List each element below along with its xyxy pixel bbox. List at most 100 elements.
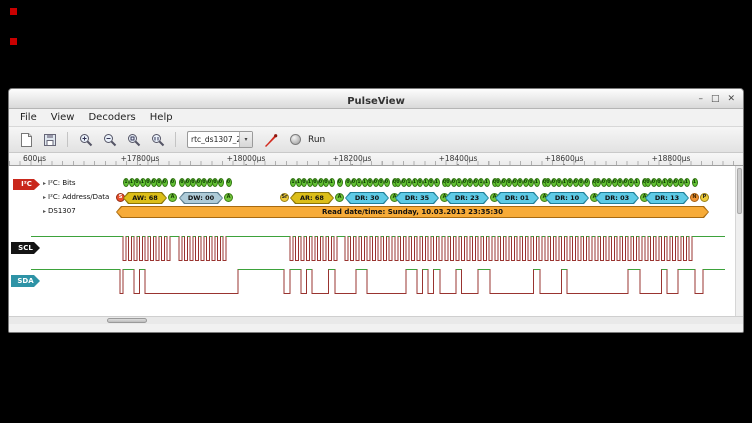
bit-annotation[interactable]: 0 [218, 178, 224, 187]
scrollbar-thumb[interactable] [107, 318, 147, 323]
titlebar[interactable]: PulseView – □ ✕ [9, 89, 743, 109]
bit-annotation[interactable]: 1 [434, 178, 440, 187]
horizontal-scrollbar[interactable] [9, 316, 743, 324]
bit-annotation[interactable]: 1 [692, 178, 698, 187]
zoom-out-button[interactable] [99, 129, 120, 150]
annotation-label: DR: 10 [546, 193, 588, 203]
bit-annotation[interactable]: 0 [337, 178, 343, 187]
ruler-tick-label: +18600µs [545, 154, 584, 163]
bit-annotation[interactable]: 1 [329, 178, 335, 187]
annotation-ack[interactable]: A [168, 193, 177, 202]
annotation-data-read[interactable]: DR: 01 [495, 192, 539, 204]
expander-icon[interactable]: ▸ [43, 180, 46, 187]
ruler-tick-label: +18400µs [439, 154, 478, 163]
ruler-tick-label: +18200µs [333, 154, 372, 163]
bit-annotation[interactable]: 1 [484, 178, 490, 187]
open-file-button[interactable] [15, 129, 36, 150]
annotation-data-read[interactable]: DR: 13 [645, 192, 689, 204]
annotation-addr-write[interactable]: AW: 68 [123, 192, 167, 204]
annotation-label: DR: 35 [396, 193, 438, 203]
annotation-data-read[interactable]: DR: 03 [595, 192, 639, 204]
annotation-label: DR: 30 [346, 193, 388, 203]
bit-annotation[interactable]: 0 [226, 178, 232, 187]
run-button[interactable]: Run [308, 135, 325, 145]
ruler-tick-label: +18800µs [652, 154, 691, 163]
decoder-row-label-bits: ▸I²C: Bits [43, 179, 76, 187]
address-data-annotation-row: SAW: 68ADW: 00ASrAR: 68ADR: 30ADR: 35ADR… [9, 192, 743, 205]
ruler-tick-label: +17800µs [121, 154, 160, 163]
chevron-down-icon[interactable]: ▾ [239, 132, 252, 147]
toolbar-separator [67, 132, 68, 147]
toolbar-separator [175, 132, 176, 147]
status-bar [9, 324, 743, 333]
menubar: File View Decoders Help [9, 109, 743, 127]
annotation-data-read[interactable]: DR: 23 [445, 192, 489, 204]
zoom-fit-icon [126, 132, 142, 148]
maximize-button[interactable]: □ [711, 89, 720, 109]
close-button[interactable]: ✕ [727, 89, 735, 109]
annotation-nack[interactable]: N [690, 193, 699, 202]
save-session-icon [42, 132, 58, 148]
minimize-button[interactable]: – [698, 89, 703, 109]
scl-channel-tag[interactable]: SCL [11, 242, 40, 254]
trace-area[interactable]: I²C ▸I²C: Bits ▸I²C: Address/Data ▸DS130… [9, 166, 743, 316]
save-session-button[interactable] [39, 129, 60, 150]
decoder-row-label-ds1307: ▸DS1307 [43, 207, 76, 215]
bit-annotation[interactable]: 1 [684, 178, 690, 187]
zoom-in-button[interactable] [75, 129, 96, 150]
annotation-label: AW: 68 [124, 193, 166, 203]
annotation-data-read[interactable]: DR: 30 [345, 192, 389, 204]
zoom-fit-button[interactable] [123, 129, 144, 150]
toolbar: rtc_ds1307_2… ▾ Run [9, 127, 743, 153]
annotation-ack[interactable]: A [335, 193, 344, 202]
menu-view[interactable]: View [44, 109, 82, 127]
sda-channel-tag[interactable]: SDA [11, 275, 40, 287]
zoom-one-to-one-button[interactable] [147, 129, 168, 150]
bit-annotation[interactable]: 0 [384, 178, 390, 187]
expander-icon[interactable]: ▸ [43, 208, 46, 215]
vertical-scrollbar[interactable] [735, 166, 743, 316]
annotation-restart[interactable]: Sr [280, 193, 289, 202]
annotation-label: DR: 03 [596, 193, 638, 203]
annotation-data-read[interactable]: DR: 35 [395, 192, 439, 204]
decoder-row-label-address-data: ▸I²C: Address/Data [43, 193, 109, 201]
zoom-out-icon [102, 132, 118, 148]
menu-help[interactable]: Help [143, 109, 180, 127]
ruler-scale-label: 600µs [23, 154, 46, 163]
run-state-icon [290, 134, 301, 145]
annotation-label: DR: 01 [496, 193, 538, 203]
ruler-tick-label: +18000µs [227, 154, 266, 163]
menu-decoders[interactable]: Decoders [81, 109, 142, 127]
annotation-label: DR: 23 [446, 193, 488, 203]
sda-waveform [31, 270, 725, 294]
expander-icon[interactable]: ▸ [43, 194, 46, 201]
bit-annotation[interactable]: 1 [634, 178, 640, 187]
open-file-icon [18, 132, 34, 148]
bit-annotation[interactable]: 0 [170, 178, 176, 187]
bit-annotation[interactable]: 1 [534, 178, 540, 187]
device-selector-value: rtc_ds1307_2… [188, 135, 239, 144]
recording-marker-icon [10, 8, 17, 15]
recording-marker-icon [10, 38, 17, 45]
annotation-label: DR: 13 [646, 193, 688, 203]
scrollbar-thumb[interactable] [737, 168, 742, 214]
timeline-ruler[interactable]: 600µs +17800µs +18000µs +18200µs +18400µs +1… [9, 153, 743, 166]
bits-annotation-row: 1101000000000000001101000100011000000011… [9, 178, 743, 189]
annotation-ack[interactable]: A [224, 193, 233, 202]
annotation-label: Read date/time: Sunday, 10.03.2013 23:35… [117, 207, 708, 217]
scl-waveform [31, 237, 725, 261]
annotation-stop[interactable]: P [700, 193, 709, 202]
menu-file[interactable]: File [13, 109, 44, 127]
screen-background: PulseView – □ ✕ File View Decoders Help [0, 0, 752, 423]
annotation-data-read[interactable]: DR: 10 [545, 192, 589, 204]
annotation-label: DW: 00 [180, 193, 222, 203]
bit-annotation[interactable]: 0 [584, 178, 590, 187]
annotation-ds1307[interactable]: Read date/time: Sunday, 10.03.2013 23:35… [116, 206, 709, 218]
bit-annotation[interactable]: 0 [162, 178, 168, 187]
window-title: PulseView [347, 96, 405, 107]
configure-probes-button[interactable] [260, 129, 281, 150]
annotation-addr-read[interactable]: AR: 68 [290, 192, 334, 204]
annotation-data-write[interactable]: DW: 00 [179, 192, 223, 204]
pulseview-window: PulseView – □ ✕ File View Decoders Help [8, 88, 744, 333]
device-selector[interactable]: rtc_ds1307_2… ▾ [187, 131, 253, 148]
